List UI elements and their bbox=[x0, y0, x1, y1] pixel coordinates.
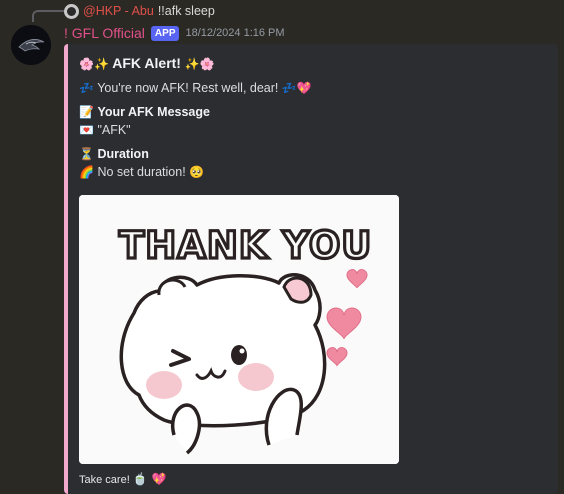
status-line: 💤 You're now AFK! Rest well, dear! 💤💖 bbox=[79, 81, 312, 95]
reply-text[interactable]: !!afk sleep bbox=[158, 4, 215, 18]
duration-value: No set duration! bbox=[97, 165, 186, 179]
sparkle-flower-icon: ✨🌸 bbox=[184, 57, 215, 71]
avatar[interactable] bbox=[11, 25, 51, 65]
embed-title-text: AFK Alert! bbox=[112, 55, 181, 71]
memo-icon: 📝 bbox=[79, 105, 94, 119]
flower-sparkle-icon: 🌸✨ bbox=[79, 57, 109, 71]
afk-message-value-line: 💌 "AFK" bbox=[79, 123, 131, 137]
thank-you-text: THANK YOU bbox=[119, 224, 372, 267]
afk-message-heading: 📝 Your AFK Message bbox=[79, 105, 210, 119]
embed-title: 🌸✨ AFK Alert! ✨🌸 bbox=[79, 55, 215, 71]
zzz-icon: 💤 bbox=[79, 81, 94, 95]
hourglass-icon: ⏳ bbox=[79, 147, 94, 161]
duration-heading: ⏳ Duration bbox=[79, 147, 149, 161]
rainbow-icon: 🌈 bbox=[79, 165, 94, 179]
message-timestamp[interactable]: 18/12/2024 1:16 PM bbox=[185, 27, 284, 39]
afk-message-label: Your AFK Message bbox=[97, 105, 210, 119]
app-badge: APP bbox=[150, 25, 180, 41]
tea-heart-icon: 🍵 💖 bbox=[132, 472, 167, 486]
reply-reference[interactable]: @HKP - Abu !!afk sleep bbox=[64, 2, 215, 20]
duration-value-line: 🌈 No set duration! 🥺 bbox=[79, 165, 204, 179]
afk-message-value: "AFK" bbox=[97, 123, 131, 137]
embed-footer: Take care! 🍵 💖 bbox=[79, 472, 167, 486]
bot-logo-icon bbox=[11, 25, 51, 65]
zzz-heart-icon: 💤💖 bbox=[281, 81, 312, 95]
reply-avatar[interactable] bbox=[64, 3, 79, 19]
afk-embed: 🌸✨ AFK Alert! ✨🌸 💤 You're now AFK! Rest … bbox=[64, 44, 558, 494]
message-header: ! GFL Official APP 18/12/2024 1:16 PM bbox=[64, 24, 285, 42]
footer-text: Take care! bbox=[79, 474, 130, 486]
thank-you-bear-image: THANK YOU bbox=[79, 195, 399, 464]
reply-connector bbox=[32, 10, 64, 22]
thank-you-gif[interactable]: THANK YOU bbox=[79, 195, 399, 464]
reply-username[interactable]: @HKP - Abu bbox=[83, 4, 154, 18]
love-letter-icon: 💌 bbox=[79, 123, 94, 137]
message-username[interactable]: ! GFL Official bbox=[64, 25, 145, 41]
pleading-face-icon: 🥺 bbox=[189, 165, 205, 179]
status-text: You're now AFK! Rest well, dear! bbox=[97, 81, 279, 95]
duration-label: Duration bbox=[97, 147, 149, 161]
